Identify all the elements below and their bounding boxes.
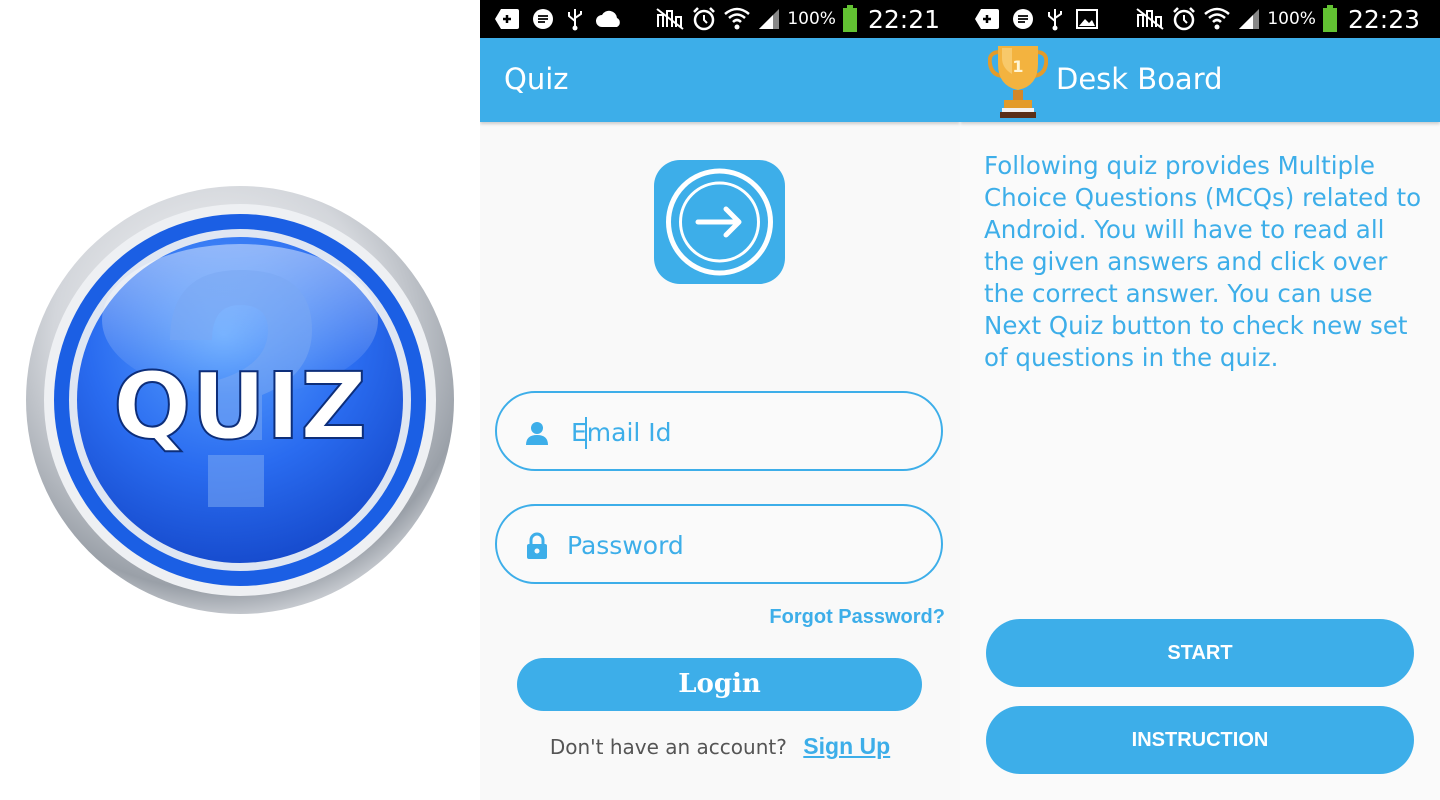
email-field[interactable]	[495, 391, 943, 471]
start-button[interactable]: START	[986, 619, 1414, 687]
status-bar: 100% 22:23	[960, 0, 1440, 38]
add-notification-icon	[495, 9, 519, 29]
mute-icon	[1136, 8, 1164, 30]
battery-icon	[842, 5, 857, 32]
status-time: 22:21	[867, 4, 940, 34]
battery-icon	[1322, 5, 1337, 32]
forgot-password-link[interactable]: Forgot Password?	[769, 606, 945, 629]
quiz-badge-icon: QUIZ	[26, 186, 454, 614]
battery-percent: 100%	[787, 9, 836, 29]
message-icon	[1013, 9, 1033, 29]
status-time: 22:23	[1347, 4, 1420, 34]
add-notification-icon	[975, 9, 999, 29]
wifi-icon	[1204, 7, 1231, 30]
lock-icon	[527, 532, 547, 559]
image-icon	[1076, 9, 1098, 29]
page-title: Quiz	[504, 62, 569, 96]
cloud-icon	[596, 10, 620, 27]
signup-link[interactable]: Sign Up	[803, 733, 890, 759]
usb-icon	[568, 9, 582, 31]
password-field[interactable]	[495, 504, 943, 584]
deskboard-screen: 100% 22:23 1 Desk Board Following quiz p…	[960, 0, 1440, 800]
person-icon	[526, 422, 548, 445]
mute-icon	[656, 8, 684, 30]
signal-icon	[1239, 9, 1260, 29]
page-title: Desk Board	[1056, 62, 1223, 96]
trophy-icon: 1	[988, 46, 1048, 118]
login-button[interactable]: Login	[517, 658, 922, 711]
app-bar: 1 Desk Board	[960, 38, 1440, 122]
app-bar: Quiz	[480, 38, 960, 122]
login-screen: 100% 22:21 Quiz Forgot Password? Login D…	[480, 0, 960, 800]
alarm-icon	[1173, 7, 1196, 31]
password-input[interactable]	[567, 526, 917, 564]
usb-icon	[1048, 9, 1062, 31]
signal-icon	[759, 9, 780, 29]
wifi-icon	[724, 7, 751, 30]
instruction-button[interactable]: INSTRUCTION	[986, 706, 1414, 774]
no-account-text: Don't have an account?	[549, 735, 787, 759]
alarm-icon	[693, 7, 716, 31]
status-bar: 100% 22:21	[480, 0, 960, 38]
signup-row: Don't have an account? Sign Up	[480, 733, 960, 760]
login-logo	[654, 160, 785, 284]
message-icon	[533, 9, 553, 29]
email-input[interactable]	[571, 413, 921, 451]
battery-percent: 100%	[1267, 9, 1316, 29]
badge-text: QUIZ	[113, 353, 367, 460]
quiz-badge-panel: QUIZ	[0, 0, 480, 800]
trophy-number: 1	[1012, 57, 1023, 76]
quiz-description: Following quiz provides Multiple Choice …	[984, 151, 1422, 372]
login-arrow-icon	[666, 168, 773, 276]
